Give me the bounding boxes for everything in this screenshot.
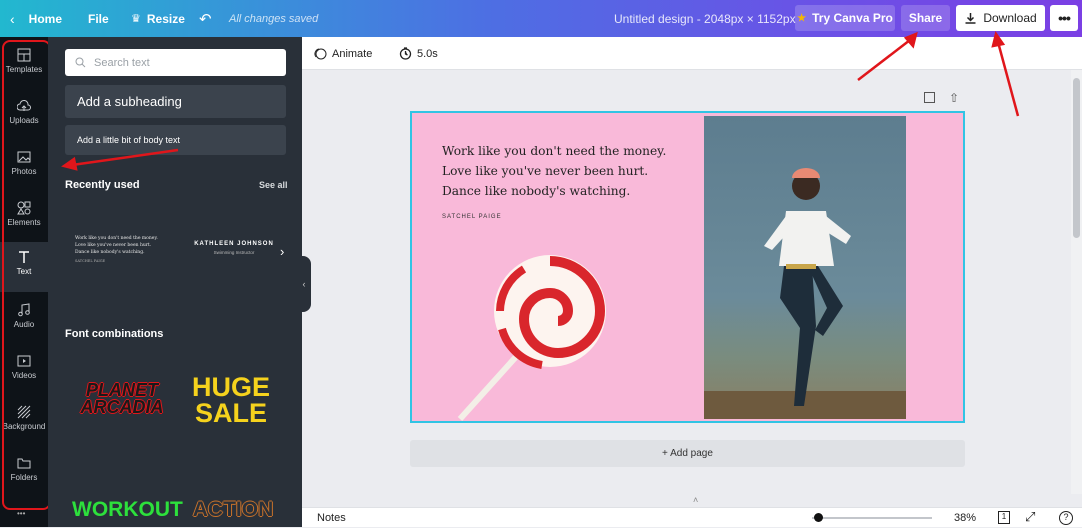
design-page[interactable]: Work like you don't need the money. Love… [410, 111, 965, 423]
thumb-name: KATHLEEN JOHNSON [194, 241, 274, 247]
combo-workout[interactable]: WORKOUT [72, 499, 183, 520]
chevron-left-icon: ‹ [10, 10, 15, 27]
duration-button[interactable]: 5.0s [399, 37, 438, 70]
top-bar: ‹ Home File ♛ Resize ↶ All changes saved… [0, 0, 1082, 37]
download-button[interactable]: Download [956, 5, 1045, 31]
add-subheading-label: Add a subheading [77, 94, 182, 109]
zoom-slider-track[interactable] [812, 517, 932, 519]
try-pro-label: Try Canva Pro [812, 11, 893, 25]
resize-icon: ♛ [131, 13, 141, 25]
download-label: Download [983, 11, 1037, 25]
quote-text[interactable]: Work like you don't need the money. Love… [442, 141, 666, 201]
quote-line: Work like you don't need the money. [442, 144, 667, 158]
animate-icon [314, 48, 327, 60]
add-body-text-label: Add a little bit of body text [77, 135, 181, 145]
quote-line: Love like you've never been hurt. [442, 164, 649, 178]
add-page-icon[interactable]: ⇧ [949, 91, 959, 105]
file-menu[interactable]: File [88, 0, 109, 37]
combo-huge-sale[interactable]: HUGE SALE [186, 372, 276, 428]
see-all-link[interactable]: See all [259, 180, 288, 190]
combo-label: PLANET ARCADIA [80, 380, 164, 418]
combo-planet-arcadia[interactable]: PLANET ARCADIA [76, 380, 168, 418]
combo-label: ACTION [192, 498, 274, 521]
text-panel: Search text Add a subheading Add a littl… [48, 37, 302, 527]
combo-action[interactable]: ACTION [187, 498, 279, 521]
annotation-red-outline [2, 40, 51, 510]
zoom-slider-handle[interactable] [814, 513, 823, 522]
fullscreen-icon[interactable]: ⤢ [1025, 509, 1035, 525]
scrollbar-thumb[interactable] [1073, 78, 1080, 238]
quote-line: Dance like nobody's watching. [442, 184, 631, 198]
bottom-bar: Notes 38% 1 ⤢ ? [302, 507, 1082, 527]
chevron-left-icon: ‹ [302, 279, 306, 289]
zoom-level[interactable]: 38% [954, 508, 976, 528]
more-rail-dots-icon[interactable]: ••• [17, 509, 25, 518]
home-label: Home [28, 11, 63, 26]
zoom-label: 38% [954, 512, 977, 524]
download-icon [965, 12, 976, 24]
more-options-button[interactable]: ••• [1050, 5, 1078, 31]
page-count-icon[interactable]: 1 [998, 511, 1010, 524]
notes-button[interactable]: Notes [317, 508, 346, 528]
recent-quote-thumbnail[interactable]: Work like you don't need the money. Love… [75, 235, 175, 265]
recent-name-thumbnail[interactable]: KATHLEEN JOHNSON Swimming Instructor [188, 241, 280, 255]
add-page-label: + Add page [662, 448, 713, 459]
add-subheading-button[interactable]: Add a subheading [65, 85, 286, 118]
undo-icon: ↶ [199, 10, 212, 28]
resize-button[interactable]: ♛ Resize [131, 0, 185, 37]
help-icon[interactable]: ? [1059, 511, 1073, 525]
design-title[interactable]: Untitled design - 2048px × 1152px [614, 0, 796, 37]
dancer-photo[interactable] [704, 116, 906, 419]
share-button[interactable]: Share [901, 5, 950, 31]
resize-label: Resize [146, 11, 185, 26]
share-label: Share [908, 11, 943, 25]
combo-label: WORKOUT [72, 498, 183, 521]
crown-icon: ★ [797, 12, 807, 24]
thumb-line: Dance like nobody's watching. [75, 250, 145, 255]
lollipop-image[interactable] [450, 249, 610, 421]
add-page-button[interactable]: + Add page [410, 440, 965, 467]
home-button[interactable]: ‹ Home [10, 0, 62, 37]
notes-label: Notes [317, 512, 346, 524]
thumb-name-sub: Swimming Instructor [213, 250, 255, 255]
duration-label: 5.0s [417, 47, 438, 60]
dancer-figure [704, 168, 906, 419]
quote-author[interactable]: SATCHEL PAIGE [442, 214, 502, 220]
recently-used-heading: Recently used [65, 179, 140, 191]
chevron-right-icon[interactable]: › [280, 244, 284, 259]
vertical-scrollbar[interactable] [1071, 70, 1082, 494]
file-label: File [88, 11, 109, 26]
font-combinations-heading: Font combinations [65, 328, 164, 340]
scroll-up-chevron-icon[interactable]: ˄ [693, 495, 698, 505]
thumb-line: Work like you don't need the money. [75, 236, 158, 241]
canvas-toolbar: Animate 5.0s [302, 37, 1082, 70]
duplicate-page-icon[interactable] [924, 92, 935, 103]
animate-button[interactable]: Animate [314, 37, 372, 70]
save-status: All changes saved [229, 0, 318, 37]
search-placeholder: Search text [94, 56, 150, 69]
more-dots-icon: ••• [1058, 10, 1071, 26]
thumb-line: Love like you've never been hurt. [75, 243, 152, 248]
try-canva-pro-button[interactable]: ★ Try Canva Pro [795, 5, 895, 31]
combo-label: HUGE SALE [191, 372, 270, 428]
collapse-panel-button[interactable]: ‹ [297, 256, 311, 312]
design-title-text: Untitled design - 2048px × 1152px [614, 11, 796, 26]
undo-button[interactable]: ↶ [199, 0, 212, 37]
timer-icon [399, 47, 412, 60]
save-status-text: All changes saved [229, 12, 319, 25]
add-body-text-button[interactable]: Add a little bit of body text [65, 125, 286, 155]
search-icon [75, 57, 86, 68]
animate-label: Animate [332, 47, 373, 60]
thumb-author: SATCHEL PAIGE [75, 259, 106, 263]
search-text-field[interactable]: Search text [65, 49, 286, 76]
